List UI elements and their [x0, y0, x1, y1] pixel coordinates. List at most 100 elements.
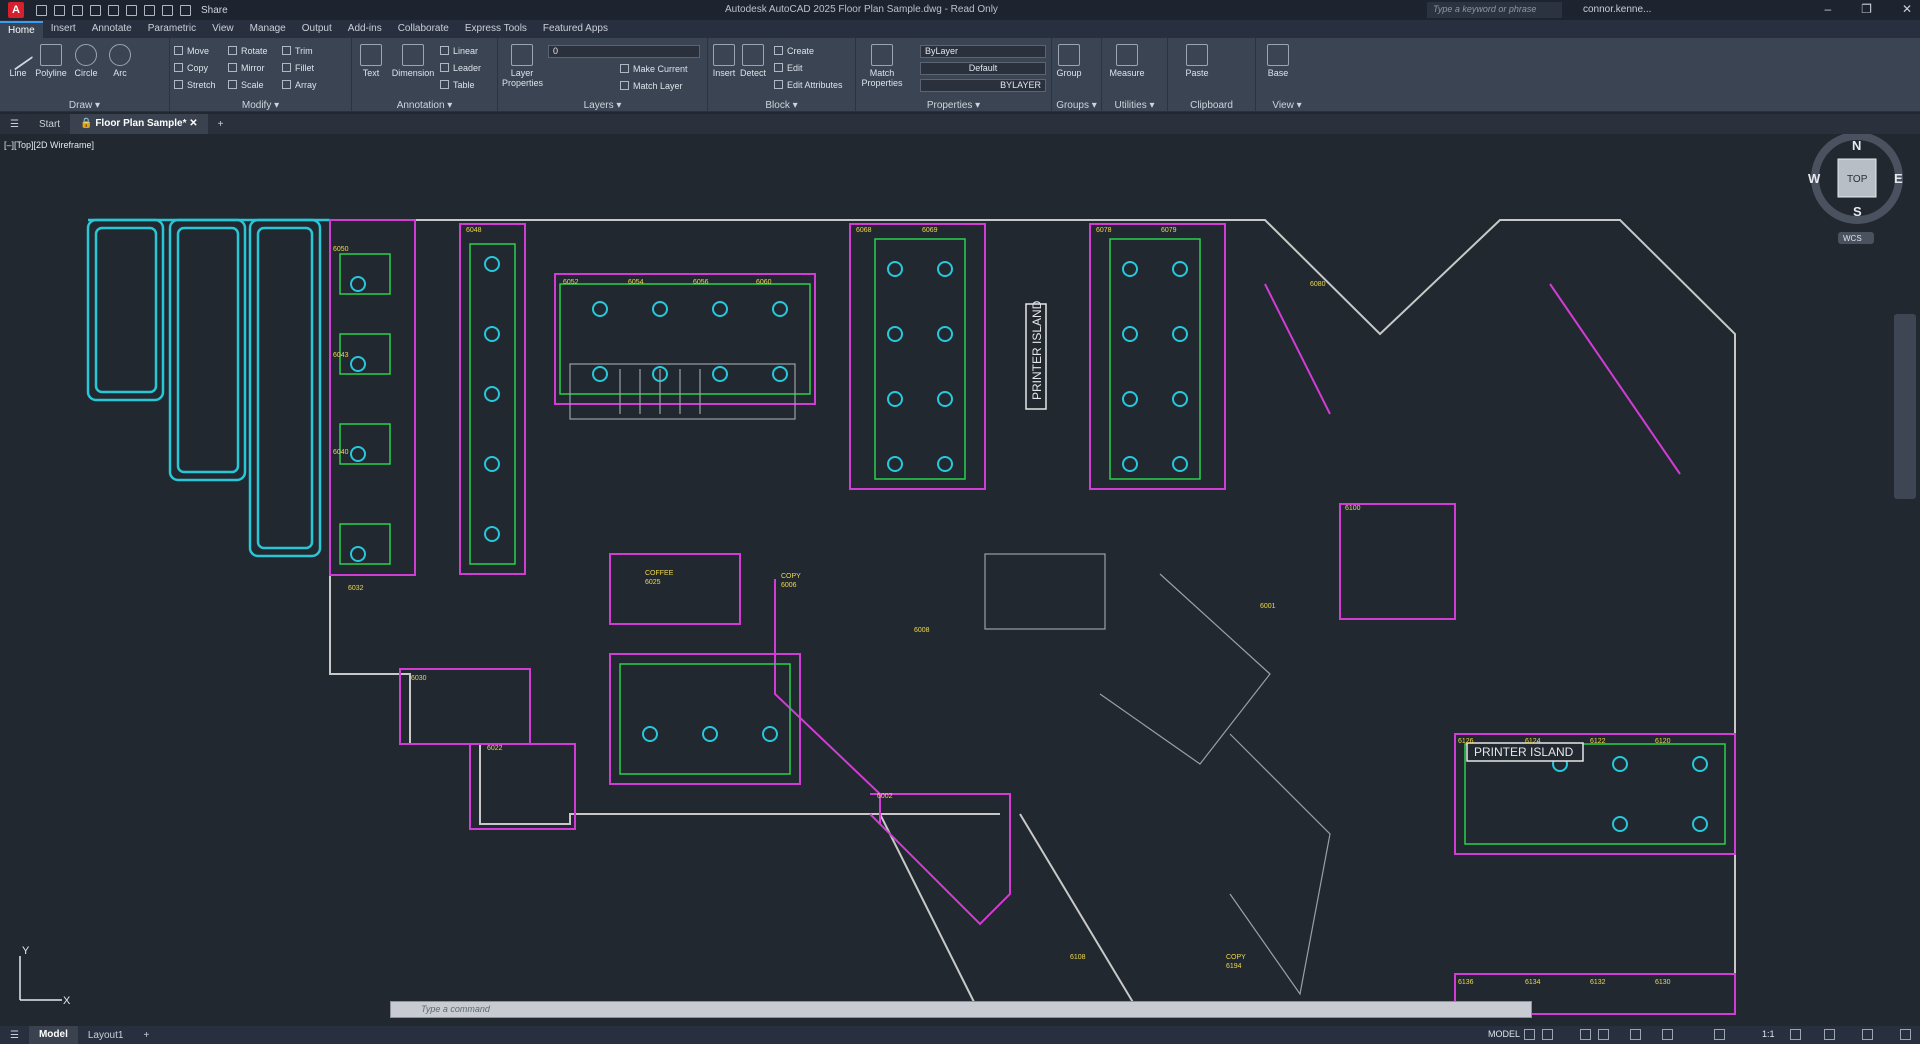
web-open-icon[interactable] — [108, 4, 119, 16]
viewcube-north[interactable]: N — [1852, 138, 1861, 153]
tab-addins[interactable]: Add-ins — [340, 21, 390, 38]
tab-view[interactable]: View — [204, 21, 242, 38]
tab-insert[interactable]: Insert — [43, 21, 84, 38]
circle-button[interactable]: Circle — [72, 44, 100, 78]
workspace-gear-icon[interactable] — [1790, 1029, 1801, 1040]
block-panel-title[interactable]: Block ▾ — [708, 100, 855, 111]
grid-icon[interactable] — [1524, 1029, 1535, 1040]
annotation-scale-icon[interactable] — [1714, 1029, 1725, 1040]
undo-icon[interactable] — [162, 4, 173, 16]
viewcube[interactable]: TOP N S E W WCS — [1808, 134, 1903, 244]
new-tab-icon[interactable]: + — [208, 119, 234, 130]
scale-button[interactable]: Scale — [228, 80, 264, 90]
dimension-button[interactable]: Dimension — [388, 44, 438, 78]
command-input[interactable]: Type a command — [390, 1001, 1532, 1018]
share-button[interactable]: Share — [201, 5, 228, 16]
lineweight-dropdown[interactable]: BYLAYER — [920, 79, 1046, 92]
layer-dropdown[interactable]: 0 — [548, 45, 700, 58]
tab-start[interactable]: Start — [29, 119, 70, 130]
viewcube-west[interactable]: W — [1808, 171, 1821, 186]
measure-button[interactable]: Measure — [1106, 44, 1148, 78]
save-icon[interactable] — [72, 4, 83, 16]
close-icon[interactable]: ✕ — [1902, 2, 1912, 16]
search-input[interactable]: Type a keyword or phrase — [1427, 2, 1562, 18]
customize-icon[interactable] — [1900, 1029, 1911, 1040]
model-space-toggle[interactable]: MODEL — [1488, 1029, 1520, 1039]
utilities-panel-title[interactable]: Utilities ▾ — [1102, 100, 1167, 111]
leader-button[interactable]: Leader — [440, 63, 481, 73]
array-button[interactable]: Array — [282, 80, 317, 90]
restore-icon[interactable]: ❐ — [1861, 2, 1872, 16]
match-layer-button[interactable]: Match Layer — [620, 81, 683, 91]
line-button[interactable]: Line — [2, 39, 34, 78]
insert-button[interactable]: Insert — [710, 44, 738, 78]
fullscreen-icon[interactable] — [1862, 1029, 1873, 1040]
paste-button[interactable]: Paste — [1182, 44, 1212, 78]
properties-panel-title[interactable]: Properties ▾ — [856, 100, 1051, 111]
viewcube-south[interactable]: S — [1853, 204, 1862, 219]
base-button[interactable]: Base — [1264, 44, 1292, 78]
lineweight-icon[interactable] — [1662, 1029, 1673, 1040]
menu-icon[interactable]: ☰ — [0, 119, 29, 130]
draw-panel-title[interactable]: Draw ▾ — [0, 100, 169, 111]
user-account[interactable]: connor.kenne... — [1583, 4, 1651, 15]
fillet-button[interactable]: Fillet — [282, 63, 314, 73]
plot-icon[interactable] — [144, 4, 155, 16]
copy-button[interactable]: Copy — [174, 63, 208, 73]
tab-output[interactable]: Output — [294, 21, 340, 38]
scale-value[interactable]: 1:1 — [1762, 1029, 1775, 1039]
osnap-icon[interactable] — [1630, 1029, 1641, 1040]
stretch-button[interactable]: Stretch — [174, 80, 216, 90]
tab-express-tools[interactable]: Express Tools — [457, 21, 535, 38]
add-layout-icon[interactable]: + — [133, 1030, 159, 1041]
open-icon[interactable] — [54, 4, 65, 16]
edit-block-button[interactable]: Edit — [774, 63, 803, 73]
tab-model[interactable]: Model — [28, 1026, 78, 1044]
new-icon[interactable] — [36, 4, 47, 16]
table-button[interactable]: Table — [440, 80, 475, 90]
tab-featured-apps[interactable]: Featured Apps — [535, 21, 616, 38]
mirror-button[interactable]: Mirror — [228, 63, 265, 73]
groups-panel-title[interactable]: Groups ▾ — [1052, 100, 1101, 111]
modify-panel-title[interactable]: Modify ▾ — [170, 100, 351, 111]
linear-button[interactable]: Linear — [440, 46, 478, 56]
web-save-icon[interactable] — [126, 4, 137, 16]
rotate-button[interactable]: Rotate — [228, 46, 268, 56]
edit-attributes-button[interactable]: Edit Attributes — [774, 80, 843, 90]
snap-icon[interactable] — [1542, 1029, 1553, 1040]
floor-plan-drawing[interactable]: PRINTER ISLAND PRINTER ISLAND 6050 6043 … — [0, 134, 1920, 1022]
text-button[interactable]: Text — [358, 44, 384, 78]
view-panel-title[interactable]: View ▾ — [1256, 100, 1318, 111]
tab-annotate[interactable]: Annotate — [84, 21, 140, 38]
autocad-logo-icon[interactable]: A — [8, 2, 24, 18]
redo-icon[interactable] — [180, 4, 191, 16]
tab-manage[interactable]: Manage — [242, 21, 294, 38]
match-properties-button[interactable]: Match Properties — [860, 44, 904, 88]
polyline-button[interactable]: Polyline — [34, 44, 68, 78]
move-button[interactable]: Move — [174, 46, 209, 56]
create-block-button[interactable]: Create — [774, 46, 814, 56]
layout-menu-icon[interactable]: ☰ — [0, 1030, 29, 1041]
tab-parametric[interactable]: Parametric — [140, 21, 204, 38]
viewcube-east[interactable]: E — [1894, 171, 1903, 186]
tab-home[interactable]: Home — [0, 21, 43, 38]
detect-button[interactable]: Detect — [738, 44, 768, 78]
save-as-icon[interactable] — [90, 4, 101, 16]
group-button[interactable]: Group — [1056, 44, 1082, 78]
tab-collaborate[interactable]: Collaborate — [390, 21, 457, 38]
linetype-dropdown[interactable]: Default — [920, 62, 1046, 75]
tab-layout1[interactable]: Layout1 — [78, 1030, 134, 1041]
tab-floor-plan[interactable]: 🔒 Floor Plan Sample* ✕ — [70, 114, 208, 134]
ortho-icon[interactable] — [1580, 1029, 1591, 1040]
navigation-bar[interactable] — [1894, 314, 1916, 499]
layer-properties-button[interactable]: Layer Properties — [502, 44, 543, 88]
trim-button[interactable]: Trim — [282, 46, 313, 56]
color-dropdown[interactable]: ByLayer — [920, 45, 1046, 58]
polar-icon[interactable] — [1598, 1029, 1609, 1040]
close-tab-icon[interactable]: ✕ — [189, 118, 197, 129]
annotation-panel-title[interactable]: Annotation ▾ — [352, 100, 497, 111]
minimize-icon[interactable]: – — [1824, 2, 1831, 16]
layers-panel-title[interactable]: Layers ▾ — [498, 100, 707, 111]
make-current-button[interactable]: Make Current — [620, 64, 688, 74]
isolate-icon[interactable] — [1824, 1029, 1835, 1040]
